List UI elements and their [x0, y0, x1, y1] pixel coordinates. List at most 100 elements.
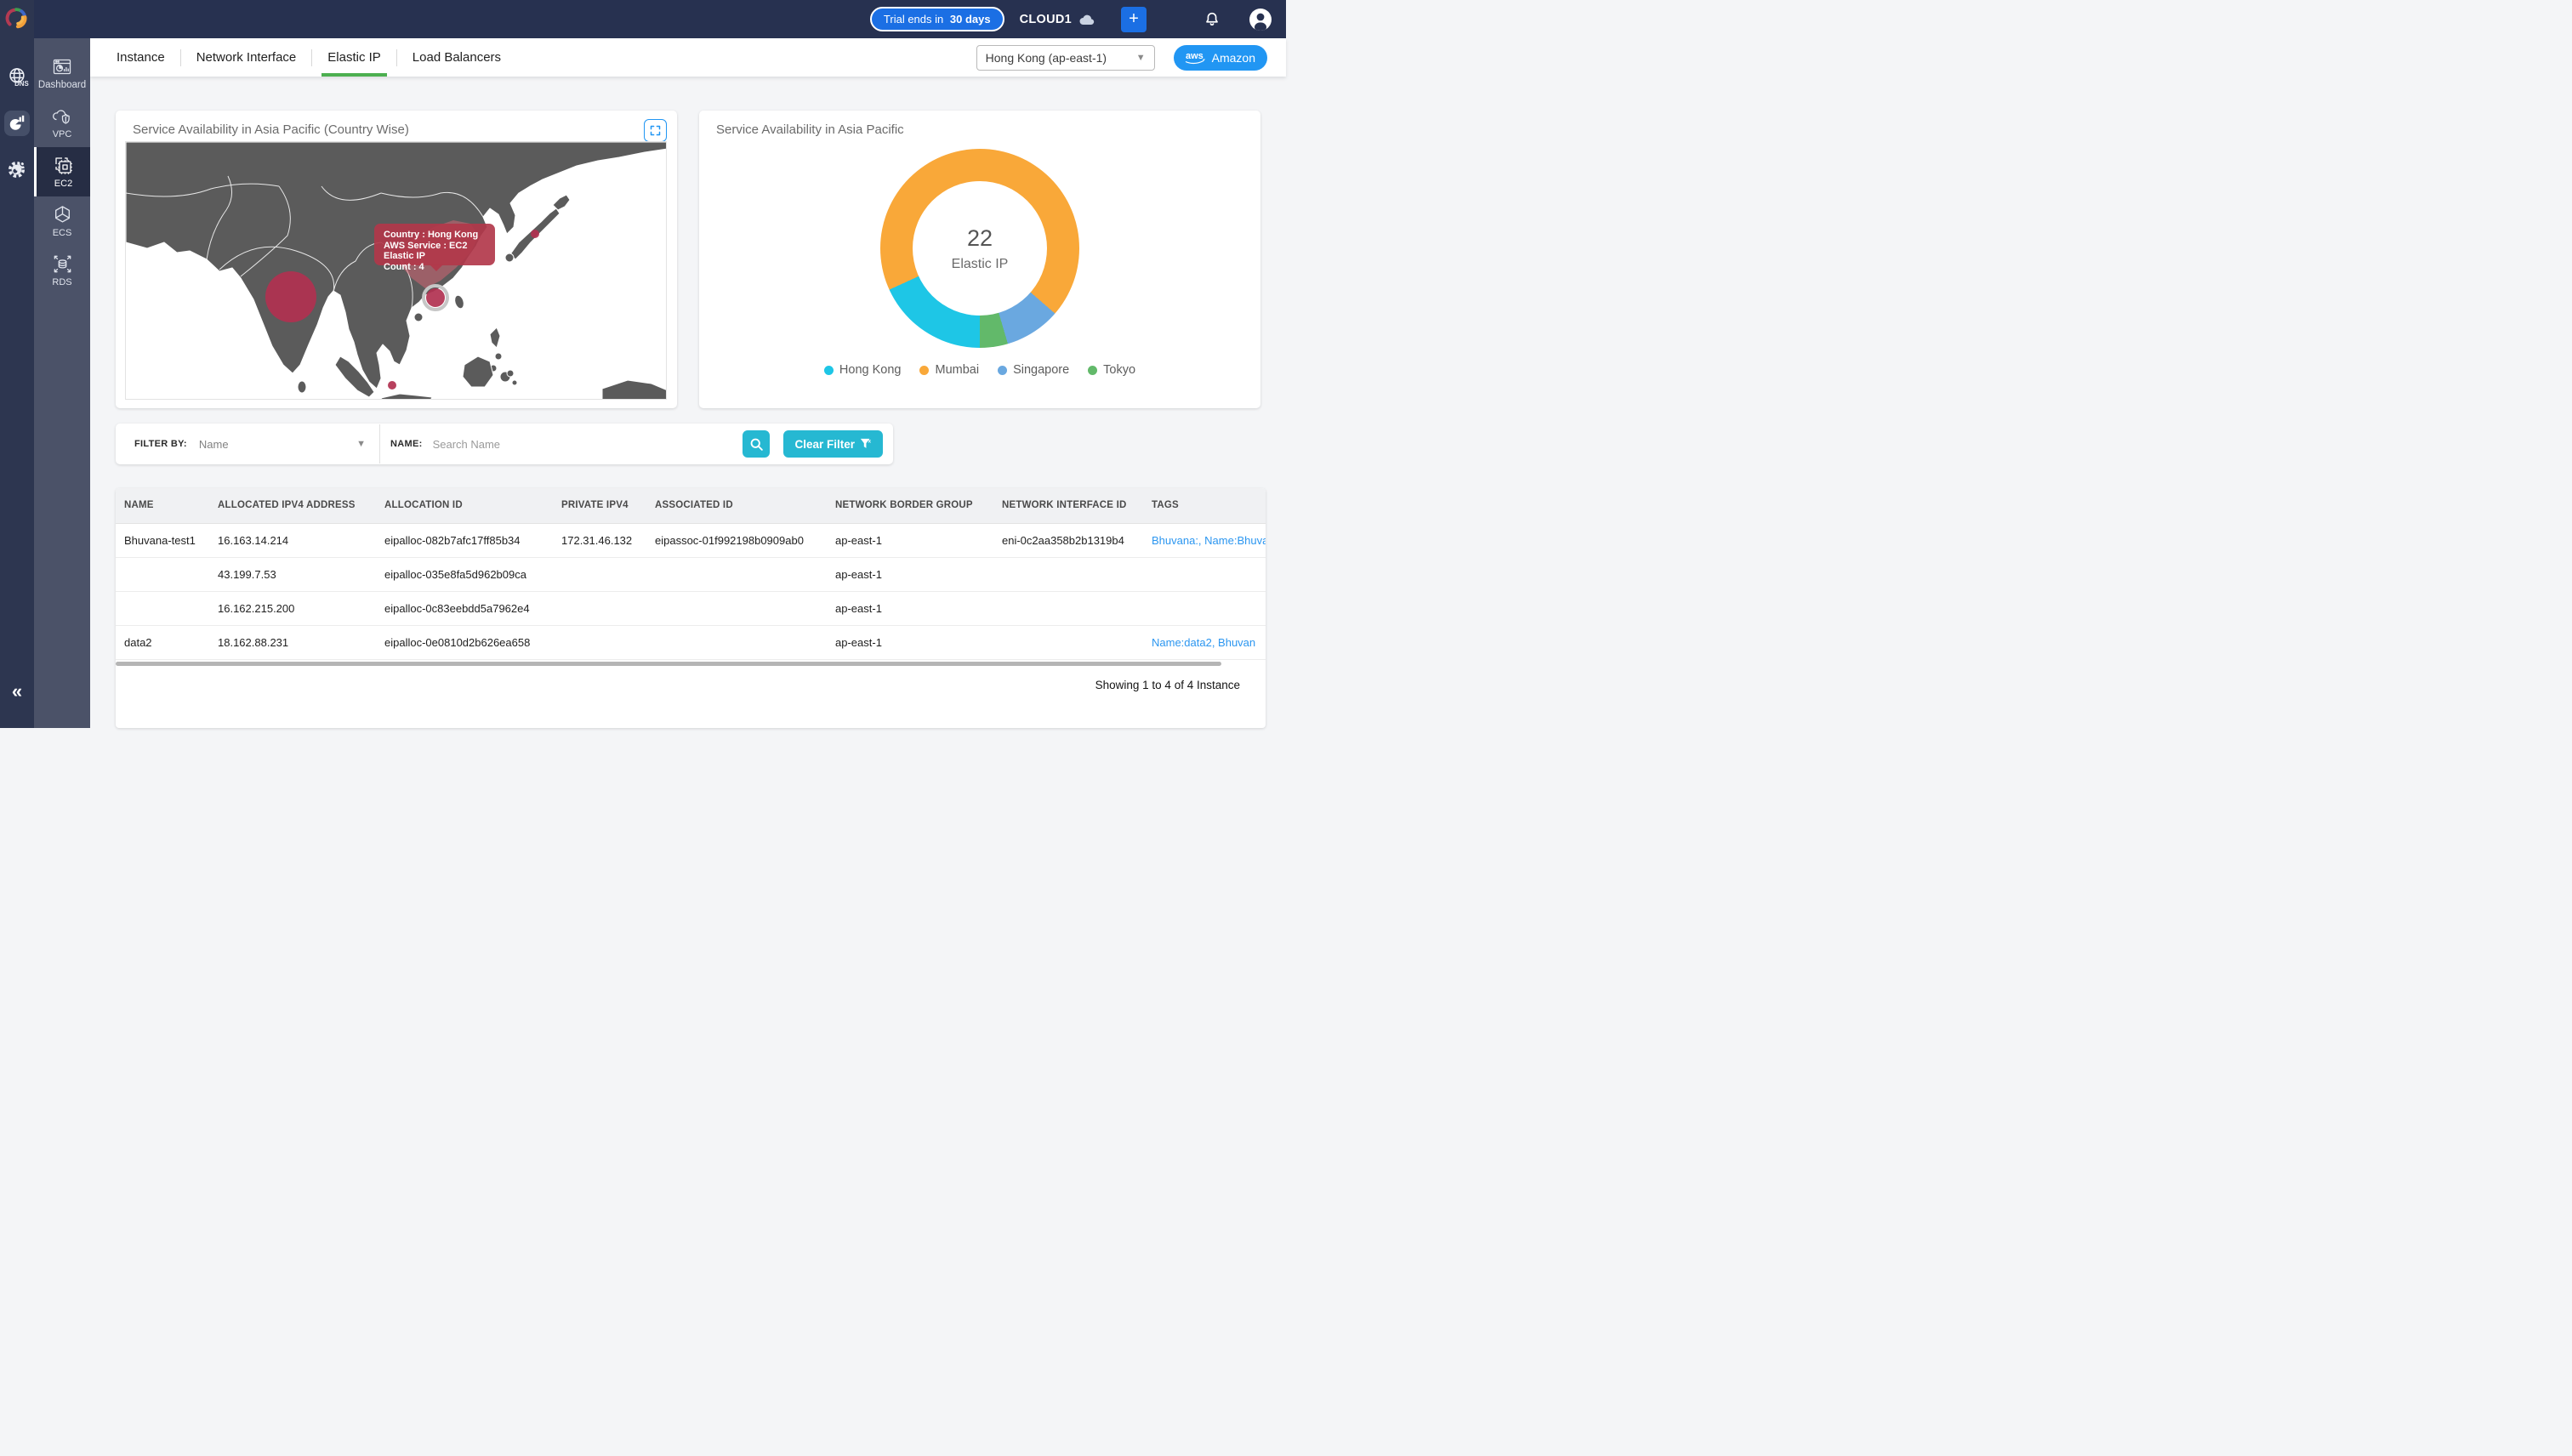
- analytics-icon[interactable]: [4, 111, 30, 136]
- elastic-ip-table: NAME ALLOCATED IPV4 ADDRESS ALLOCATION I…: [116, 488, 1266, 660]
- table-row[interactable]: Bhuvana-test1 16.163.14.214 eipalloc-082…: [116, 523, 1266, 557]
- map-tooltip: Country : Hong Kong AWS Service : EC2 El…: [374, 224, 495, 265]
- table-row[interactable]: 16.162.215.200 eipalloc-0c83eebdd5a7962e…: [116, 591, 1266, 625]
- donut-card-title: Service Availability in Asia Pacific: [716, 122, 1243, 137]
- legend-item-mumbai[interactable]: Mumbai: [919, 363, 979, 377]
- cell-name: data2: [116, 625, 211, 659]
- tab-instance[interactable]: Instance: [104, 38, 178, 77]
- add-button[interactable]: +: [1121, 7, 1147, 32]
- cell-ipv4: 43.199.7.53: [211, 557, 378, 591]
- org-name: CLOUD1: [1020, 13, 1072, 26]
- horizontal-scrollbar: [116, 661, 1266, 667]
- clear-filter-button[interactable]: Clear Filter x: [783, 430, 883, 458]
- trial-badge[interactable]: Trial ends in 30 days: [870, 7, 1004, 31]
- col-network-border-group[interactable]: NETWORK BORDER GROUP: [828, 488, 995, 523]
- region-dropdown[interactable]: Hong Kong (ap-east-1) ▼: [976, 45, 1155, 71]
- settings-gear-icon[interactable]: [6, 158, 29, 181]
- cell-private-ipv4: [555, 591, 648, 625]
- tab-elastic-ip[interactable]: Elastic IP: [315, 38, 394, 77]
- legend-item-singapore[interactable]: Singapore: [998, 363, 1069, 377]
- tooltip-country: Country : Hong Kong: [384, 230, 495, 241]
- legend-item-hong-kong[interactable]: Hong Kong: [824, 363, 902, 377]
- cell-network-border-group: ap-east-1: [828, 591, 995, 625]
- legend-dot: [1088, 366, 1097, 375]
- col-network-interface-id[interactable]: NETWORK INTERFACE ID: [995, 488, 1145, 523]
- map-card-title: Service Availability in Asia Pacific (Co…: [133, 122, 667, 137]
- legend-label: Mumbai: [935, 363, 979, 377]
- table-row[interactable]: 43.199.7.53 eipalloc-035e8fa5d962b09ca a…: [116, 557, 1266, 591]
- cell-private-ipv4: [555, 625, 648, 659]
- legend-item-tokyo[interactable]: Tokyo: [1088, 363, 1135, 377]
- filter-divider: [379, 424, 380, 464]
- trial-text: Trial ends in: [884, 13, 943, 26]
- app-logo[interactable]: [4, 6, 30, 31]
- cell-tags: Bhuvana:, Name:Bhuva: [1145, 523, 1266, 557]
- legend-dot: [824, 366, 834, 375]
- cell-tags: [1145, 557, 1266, 591]
- top-header: Trial ends in 30 days CLOUD1 +: [0, 0, 1286, 38]
- col-allocated-ipv4[interactable]: ALLOCATED IPV4 ADDRESS: [211, 488, 378, 523]
- cell-network-border-group: ap-east-1: [828, 523, 995, 557]
- aws-logo-icon: aws: [1182, 49, 1208, 66]
- map-bubble-tokyo[interactable]: [531, 230, 539, 238]
- col-private-ipv4[interactable]: PRIVATE IPV4: [555, 488, 648, 523]
- rds-icon: [52, 253, 73, 275]
- filter-by-label: FILTER BY:: [134, 439, 187, 449]
- map-bubble-singapore[interactable]: [388, 381, 396, 390]
- search-input[interactable]: [433, 438, 688, 451]
- sidebar-item-label: EC2: [54, 179, 72, 189]
- table-row[interactable]: data2 18.162.88.231 eipalloc-0e0810d2b62…: [116, 625, 1266, 659]
- donut-ring[interactable]: 22 Elastic IP: [880, 149, 1079, 348]
- vpc-icon: [51, 106, 73, 127]
- pagination-summary: Showing 1 to 4 of 4 Instance: [116, 667, 1266, 691]
- cell-network-border-group: ap-east-1: [828, 625, 995, 659]
- tab-divider: [396, 49, 397, 66]
- fullscreen-icon[interactable]: [644, 119, 667, 142]
- svg-text:x: x: [868, 438, 872, 444]
- tab-divider: [180, 49, 181, 66]
- col-allocation-id[interactable]: ALLOCATION ID: [378, 488, 555, 523]
- elastic-ip-table-card: NAME ALLOCATED IPV4 ADDRESS ALLOCATION I…: [116, 488, 1266, 728]
- legend-label: Hong Kong: [839, 363, 902, 377]
- filter-by-dropdown[interactable]: FILTER BY: Name ▼: [134, 438, 366, 451]
- cell-associated-id: eipassoc-01f992198b0909ab0: [648, 523, 828, 557]
- sidebar-item-dashboard[interactable]: Dashboard: [34, 48, 90, 98]
- dashboard-icon: [52, 57, 72, 77]
- donut-total: 22: [967, 225, 993, 252]
- donut-center: 22 Elastic IP: [913, 181, 1047, 316]
- sidebar-item-label: ECS: [53, 228, 72, 238]
- search-button[interactable]: [743, 430, 770, 458]
- scrollbar-thumb[interactable]: [116, 662, 1221, 666]
- map-bubble-hong-kong[interactable]: [426, 288, 445, 307]
- cell-private-ipv4: [555, 557, 648, 591]
- user-avatar[interactable]: [1249, 8, 1272, 31]
- svg-text:aws: aws: [1186, 51, 1203, 61]
- cloud-icon: [1078, 12, 1096, 27]
- sidebar-collapse-button[interactable]: «: [12, 682, 22, 701]
- map-bubble-mumbai[interactable]: [265, 271, 316, 322]
- filter-bar: FILTER BY: Name ▼ NAME: Clear Filter x: [116, 424, 893, 464]
- tags-link[interactable]: Name:data2, Bhuvan: [1152, 636, 1259, 649]
- chevron-down-icon: ▼: [1136, 53, 1146, 63]
- legend-label: Tokyo: [1103, 363, 1135, 377]
- cell-private-ipv4: 172.31.46.132: [555, 523, 648, 557]
- dns-icon[interactable]: DNS: [6, 65, 29, 88]
- provider-amazon-button[interactable]: aws Amazon: [1174, 45, 1267, 71]
- cell-allocation-id: eipalloc-082b7afc17ff85b34: [378, 523, 555, 557]
- col-name[interactable]: NAME: [116, 488, 211, 523]
- ecs-icon: [52, 204, 73, 225]
- sidebar-item-ec2[interactable]: EC2: [34, 147, 90, 196]
- col-tags[interactable]: TAGS: [1145, 488, 1266, 523]
- sidebar-item-ecs[interactable]: ECS: [34, 196, 90, 246]
- filter-clear-icon: x: [860, 438, 872, 450]
- notifications-bell-icon[interactable]: [1203, 10, 1221, 29]
- col-associated-id[interactable]: ASSOCIATED ID: [648, 488, 828, 523]
- sidebar-item-vpc[interactable]: VPC: [34, 98, 90, 147]
- cell-network-interface-id: eni-0c2aa358b2b1319b4: [995, 523, 1145, 557]
- cell-ipv4: 16.162.215.200: [211, 591, 378, 625]
- cell-tags: Name:data2, Bhuvan: [1145, 625, 1266, 659]
- tags-link[interactable]: Bhuvana:, Name:Bhuva: [1152, 534, 1259, 547]
- tab-load-balancers[interactable]: Load Balancers: [400, 38, 514, 77]
- sidebar-item-rds[interactable]: RDS: [34, 246, 90, 295]
- tab-network-interface[interactable]: Network Interface: [184, 38, 310, 77]
